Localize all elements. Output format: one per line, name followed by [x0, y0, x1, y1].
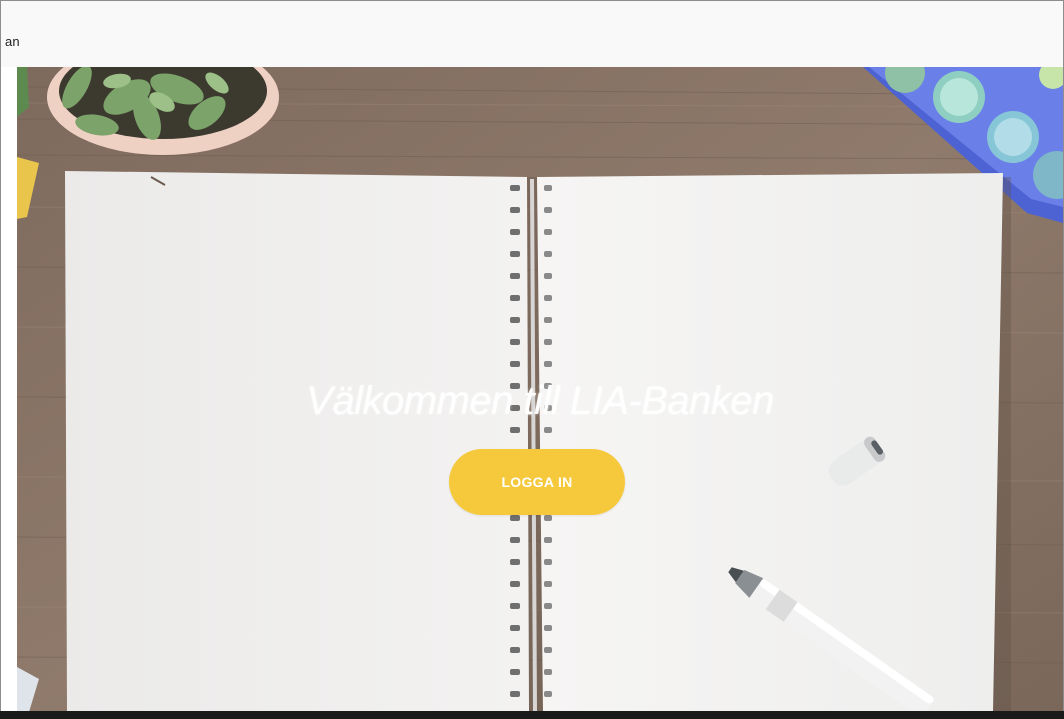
bottom-edge [0, 711, 1064, 719]
hero-title: Välkommen till LIA-Banken [306, 379, 774, 423]
site-brand[interactable]: an [5, 34, 20, 49]
login-button[interactable]: LOGGA IN [449, 449, 625, 515]
browser-window: an Välkommen till LIA-Banken LOGGA IN [0, 0, 1064, 719]
left-gutter [1, 67, 17, 718]
top-navbar: an [1, 1, 1063, 68]
hero-section: Välkommen till LIA-Banken LOGGA IN [17, 67, 1063, 712]
